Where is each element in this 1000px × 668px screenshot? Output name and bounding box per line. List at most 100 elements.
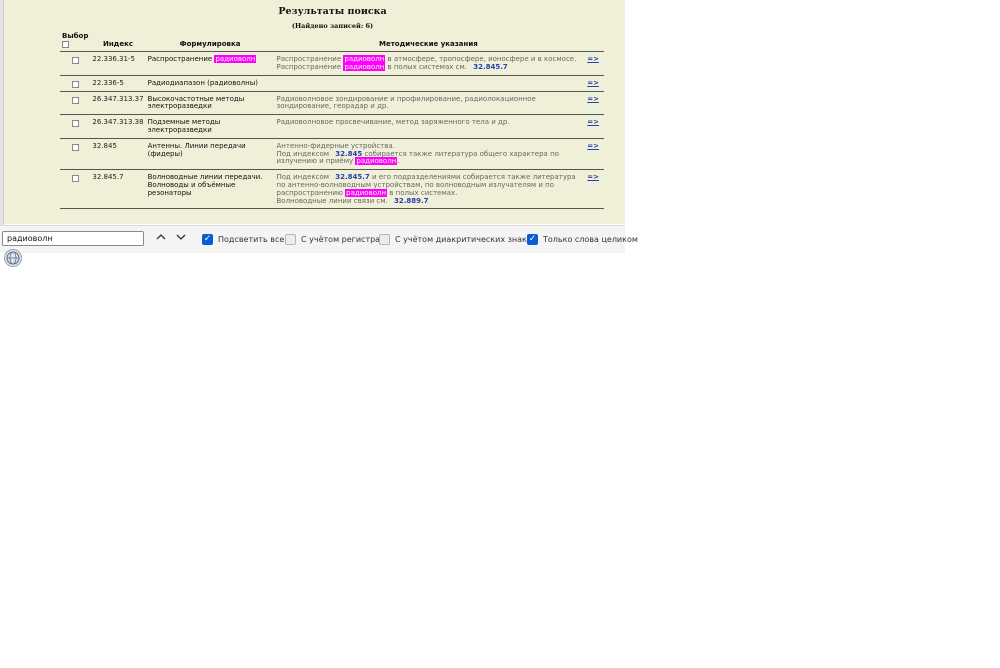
- row-select-cell: [60, 169, 91, 210]
- methods-cell: [274, 75, 583, 92]
- row-checkbox[interactable]: [71, 80, 79, 88]
- link-cell: =>: [582, 114, 604, 139]
- formulation-cell: Волноводные линии передачи. Волноводы и …: [145, 169, 275, 210]
- text-fragment: Волноводные линии передачи. Волноводы и …: [147, 173, 263, 197]
- search-highlight: радиоволн: [345, 188, 388, 197]
- table-row: 26.347.313.38 Подземные методы электрораз…: [60, 114, 604, 139]
- option-checkbox-2[interactable]: [379, 234, 390, 245]
- link-cell: =>: [582, 75, 604, 92]
- open-record-link[interactable]: =>: [587, 55, 599, 63]
- option-label: С учётом диакритических знаков: [395, 235, 537, 244]
- find-next-button[interactable]: [174, 233, 188, 245]
- row-checkbox[interactable]: [71, 175, 79, 183]
- page-title: Результаты поиска: [278, 6, 387, 17]
- index-reference-link[interactable]: 32.845.7: [473, 63, 508, 71]
- table-row: 22.336-5 Радиодиапазон (радиоволны) =>: [60, 75, 604, 92]
- text-fragment: в полых системах см.: [385, 62, 470, 71]
- search-highlight: радиоволн: [214, 55, 257, 63]
- methods-line: Под индексом 32.845.7 и его подразделени…: [276, 173, 581, 197]
- formulation-cell: Радиодиапазон (радиоволны): [145, 75, 275, 92]
- text-fragment: Распространение: [276, 55, 344, 63]
- open-record-link[interactable]: =>: [587, 95, 599, 103]
- row-select-cell: [60, 51, 91, 76]
- header-select: Выбор: [60, 32, 91, 52]
- link-cell: =>: [582, 169, 604, 210]
- option-checkbox-1[interactable]: [285, 234, 296, 245]
- chevron-up-icon: [156, 234, 166, 240]
- row-checkbox[interactable]: [71, 96, 79, 104]
- option-highlight-all[interactable]: ✓ Подсветить все: [202, 233, 284, 246]
- table-row: 22.336.31-5 Распространение радиоволн Расп…: [60, 51, 604, 76]
- index-reference-link[interactable]: 32.889.7: [394, 197, 429, 205]
- option-label: С учётом регистра: [301, 235, 381, 244]
- option-whole-words[interactable]: ✓ Только слова целиком: [527, 233, 638, 246]
- formulation-cell: Антенны. Линии передачи (фидеры): [145, 138, 275, 171]
- row-checkbox[interactable]: [71, 57, 79, 64]
- methods-line: Радиоволновое зондирование и профилирова…: [276, 94, 581, 112]
- methods-cell: Антенно-фидерные устройства. Под индексом…: [274, 138, 583, 171]
- text-fragment: Подземные методы электроразведки: [147, 118, 221, 134]
- search-highlight: радиоволн: [343, 55, 386, 63]
- index-cell: 22.336.31-5: [90, 51, 146, 76]
- index-cell: 22.336-5: [90, 75, 146, 92]
- search-highlight: радиоволн: [355, 157, 398, 166]
- index-cell: 26.347.313.37: [90, 91, 146, 116]
- table-row: 32.845.7 Волноводные линии передачи. Волн…: [60, 169, 604, 210]
- table-row: 26.347.313.37 Высокочастотные методы элек…: [60, 91, 604, 116]
- link-cell: =>: [582, 138, 604, 171]
- row-select-cell: [60, 91, 91, 116]
- methods-cell: Радиоволновое просвечивание, метод заряж…: [274, 114, 583, 139]
- text-fragment: Распространение: [276, 62, 344, 71]
- option-checkbox-0[interactable]: ✓: [202, 234, 213, 245]
- open-record-link[interactable]: =>: [587, 173, 599, 181]
- methods-line: Волноводные линии связи см. 32.889.7: [277, 197, 581, 206]
- text-fragment: Радиоволновое просвечивание, метод заряж…: [276, 118, 510, 127]
- header-methods: Методические указания: [274, 32, 583, 52]
- globe-icon: [4, 249, 22, 267]
- methods-line: Радиоволновое просвечивание, метод заряж…: [276, 118, 581, 127]
- row-select-cell: [60, 114, 91, 139]
- text-fragment: Радиоволновое зондирование и профилирова…: [276, 94, 536, 111]
- find-previous-button[interactable]: [154, 233, 168, 245]
- text-fragment: Высокочастотные методы электроразведки: [147, 94, 245, 111]
- open-record-link[interactable]: =>: [587, 79, 599, 87]
- option-checkbox-3[interactable]: ✓: [527, 234, 538, 245]
- index-cell: 32.845: [90, 138, 146, 171]
- header-select-label: Выбор: [62, 32, 89, 40]
- option-match-case[interactable]: С учётом регистра: [285, 233, 380, 246]
- window-edge: [0, 0, 4, 252]
- find-input[interactable]: [2, 231, 144, 246]
- find-bar: ✓ Подсветить все С учётом регистра С учё…: [0, 225, 638, 253]
- methods-cell: Под индексом 32.845.7 и его подразделени…: [274, 169, 583, 210]
- methods-cell: Распространение радиоволн в атмосфере, т…: [274, 51, 583, 76]
- table-header-row: Выбор Индекс Формулировка Методические у…: [60, 32, 604, 52]
- text-fragment: .: [397, 157, 400, 166]
- chevron-down-icon: [176, 234, 186, 240]
- option-label: Только слова целиком: [543, 235, 638, 244]
- open-record-link[interactable]: =>: [587, 118, 599, 126]
- index-reference-link[interactable]: 32.845.7: [335, 173, 370, 181]
- text-fragment: в атмосфере, тропосфере, ионосфере и в к…: [385, 55, 577, 63]
- search-highlight: радиоволн: [343, 62, 386, 71]
- index-reference-link[interactable]: 32.845: [335, 150, 362, 158]
- option-match-diacritics[interactable]: С учётом диакритических знаков: [379, 233, 536, 246]
- text-fragment: Под индексом: [276, 149, 332, 158]
- text-fragment: Радиодиапазон (радиоволны): [147, 78, 258, 87]
- header-formulation: Формулировка: [145, 32, 275, 52]
- results-table: Выбор Индекс Формулировка Методические у…: [60, 32, 604, 210]
- link-cell: =>: [582, 91, 604, 116]
- option-label: Подсветить все: [218, 235, 285, 244]
- methods-line: Под индексом 32.845 собирается также лит…: [276, 149, 581, 167]
- index-cell: 32.845.7: [90, 169, 146, 210]
- text-fragment: Распространение: [147, 55, 215, 63]
- text-fragment: Антенно-фидерные устройства.: [276, 141, 395, 150]
- select-all-checkbox[interactable]: [62, 41, 69, 48]
- table-row: 32.845 Антенны. Линии передачи (фидеры) Ан…: [60, 138, 604, 171]
- row-select-cell: [60, 75, 91, 92]
- formulation-cell: Высокочастотные методы электроразведки: [145, 91, 275, 116]
- open-record-link[interactable]: =>: [587, 142, 599, 150]
- row-checkbox[interactable]: [71, 120, 79, 128]
- row-checkbox[interactable]: [71, 143, 79, 151]
- methods-line: Распространение радиоволн в полых систем…: [276, 62, 581, 72]
- text-fragment: Под индексом: [276, 173, 332, 182]
